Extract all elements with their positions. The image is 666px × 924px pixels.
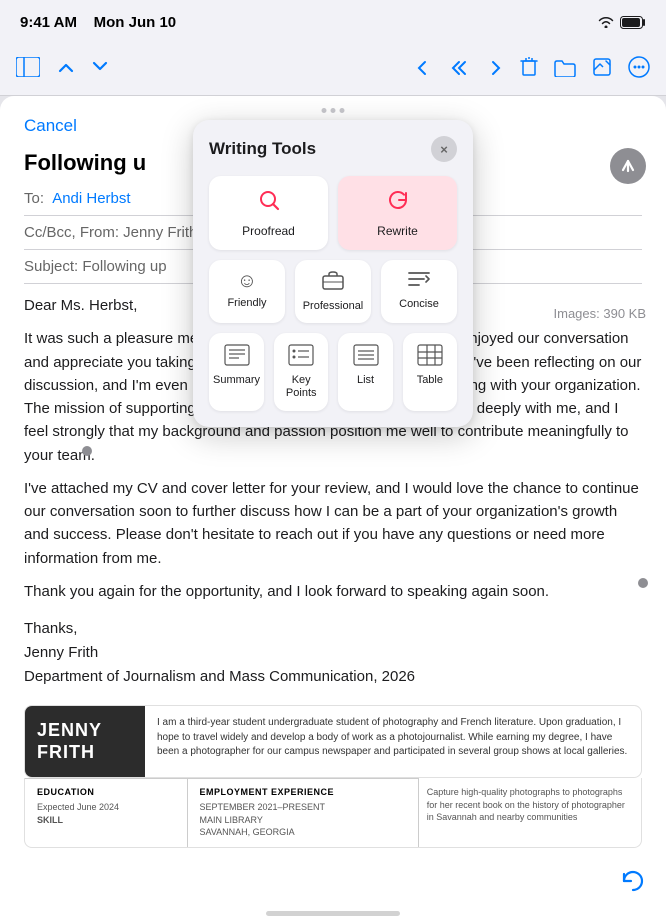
cv-bio: I am a third-year student undergraduate … bbox=[145, 706, 641, 777]
trash-icon[interactable] bbox=[520, 57, 538, 83]
friendly-icon: ☺ bbox=[237, 270, 257, 293]
cv-employment-title: EMPLOYMENT EXPERIENCE bbox=[200, 787, 406, 797]
key-points-button[interactable]: KeyPoints bbox=[274, 333, 328, 410]
summary-icon bbox=[223, 343, 251, 370]
scroll-handle-bottom[interactable] bbox=[638, 578, 648, 588]
battery-icon bbox=[620, 16, 646, 29]
table-icon bbox=[416, 343, 444, 370]
table-button[interactable]: Table bbox=[403, 333, 457, 410]
key-points-label: KeyPoints bbox=[286, 374, 317, 400]
writing-tools-tone-row: ☺ Friendly Professional bbox=[209, 260, 457, 323]
list-icon bbox=[352, 343, 380, 370]
email-signature: Thanks, Jenny Frith Department of Journa… bbox=[24, 617, 642, 689]
writing-tools-modal: Writing Tools × Proofread Rewrite bbox=[193, 120, 473, 427]
summary-button[interactable]: Summary bbox=[209, 333, 264, 410]
proofread-button[interactable]: Proofread bbox=[209, 176, 328, 250]
folder-icon[interactable] bbox=[554, 57, 576, 83]
status-indicators bbox=[598, 16, 646, 29]
cv-first-name: JENNY bbox=[37, 720, 133, 742]
compose-icon[interactable] bbox=[592, 57, 612, 83]
chevron-down-icon[interactable] bbox=[92, 57, 108, 83]
table-label: Table bbox=[417, 374, 443, 387]
writing-tools-title: Writing Tools bbox=[209, 139, 316, 159]
back-double-icon[interactable] bbox=[448, 57, 470, 83]
sidebar-toggle-icon[interactable] bbox=[16, 57, 40, 83]
undo-button[interactable] bbox=[620, 869, 646, 900]
friendly-button[interactable]: ☺ Friendly bbox=[209, 260, 285, 323]
email-paragraph-2: I've attached my CV and cover letter for… bbox=[24, 477, 642, 570]
more-icon[interactable] bbox=[628, 56, 650, 84]
signature-name: Jenny Frith bbox=[24, 641, 642, 665]
cv-last-name: FRITH bbox=[37, 742, 133, 764]
email-paragraph-3: Thank you again for the opportunity, and… bbox=[24, 580, 642, 603]
list-button[interactable]: List bbox=[338, 333, 392, 410]
key-points-icon bbox=[287, 343, 315, 370]
closing: Thanks, bbox=[24, 617, 642, 641]
drag-dot-2 bbox=[331, 108, 336, 113]
cc-label: Cc/Bcc, From: Jenny Frith bbox=[24, 224, 197, 241]
proofread-icon bbox=[257, 188, 281, 218]
drag-dot-1 bbox=[322, 108, 327, 113]
forward-icon[interactable] bbox=[486, 57, 504, 83]
cv-employment-dates: SEPTEMBER 2021–PRESENTMAIN LIBRARYSAVANN… bbox=[200, 801, 406, 839]
toolbar bbox=[0, 44, 666, 96]
signature-department: Department of Journalism and Mass Commun… bbox=[24, 665, 642, 689]
send-button[interactable] bbox=[610, 148, 646, 184]
status-time: 9:41 AM bbox=[20, 14, 77, 31]
to-label: To: bbox=[24, 190, 44, 207]
writing-tools-header: Writing Tools × bbox=[209, 136, 457, 162]
home-indicator bbox=[266, 911, 400, 916]
concise-icon bbox=[408, 270, 430, 294]
cv-attachment: JENNY FRITH I am a third-year student un… bbox=[24, 705, 642, 778]
chevron-up-icon[interactable] bbox=[58, 57, 74, 83]
cv-employment-detail: Capture high-quality photographs to phot… bbox=[418, 778, 641, 847]
cv-education-title: EDUCATION bbox=[37, 787, 175, 797]
cv-left-panel: JENNY FRITH bbox=[25, 706, 145, 777]
wifi-icon bbox=[598, 16, 614, 28]
images-info: Images: 390 KB bbox=[554, 306, 647, 321]
to-value[interactable]: Andi Herbst bbox=[52, 190, 130, 207]
status-time-date: 9:41 AM Mon Jun 10 bbox=[20, 14, 176, 31]
writing-tools-main-row: Proofread Rewrite bbox=[209, 176, 457, 250]
list-label: List bbox=[357, 374, 374, 387]
professional-button[interactable]: Professional bbox=[295, 260, 371, 323]
cv-employment-section: EMPLOYMENT EXPERIENCE SEPTEMBER 2021–PRE… bbox=[188, 778, 418, 847]
proofread-label: Proofread bbox=[242, 224, 295, 238]
back-icon[interactable] bbox=[414, 57, 432, 83]
toolbar-right-actions bbox=[414, 56, 650, 84]
status-bar: 9:41 AM Mon Jun 10 bbox=[0, 0, 666, 44]
status-date: Mon Jun 10 bbox=[94, 14, 177, 31]
drag-handle bbox=[322, 108, 345, 113]
subject-label: Subject: Following up bbox=[24, 258, 167, 275]
rewrite-button[interactable]: Rewrite bbox=[338, 176, 457, 250]
friendly-label: Friendly bbox=[227, 297, 266, 310]
writing-tools-close-button[interactable]: × bbox=[431, 136, 457, 162]
cv-education-content: Expected June 2024SKILL bbox=[37, 801, 175, 826]
concise-label: Concise bbox=[399, 298, 439, 311]
writing-tools-format-row: Summary KeyPoints bbox=[209, 333, 457, 410]
toolbar-left-actions bbox=[16, 57, 108, 83]
concise-button[interactable]: Concise bbox=[381, 260, 457, 323]
drag-dot-3 bbox=[340, 108, 345, 113]
scroll-handle-top[interactable] bbox=[82, 446, 92, 456]
summary-label: Summary bbox=[213, 374, 260, 387]
cv-education-section: EDUCATION Expected June 2024SKILL bbox=[25, 778, 188, 847]
rewrite-icon bbox=[386, 188, 410, 218]
cv-sections: EDUCATION Expected June 2024SKILL EMPLOY… bbox=[24, 778, 642, 848]
professional-icon bbox=[322, 270, 344, 296]
rewrite-label: Rewrite bbox=[377, 224, 418, 238]
professional-label: Professional bbox=[303, 300, 364, 313]
